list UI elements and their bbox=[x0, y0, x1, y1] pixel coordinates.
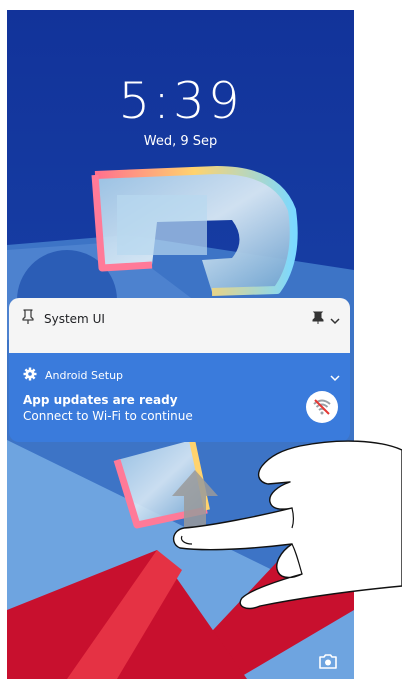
lock-date: Wed, 9 Sep bbox=[143, 134, 218, 149]
chevron-down-icon[interactable] bbox=[330, 310, 340, 329]
notification-text: Connect to Wi-Fi to continue bbox=[23, 409, 193, 423]
camera-icon[interactable] bbox=[319, 653, 337, 673]
chevron-down-icon[interactable] bbox=[330, 367, 340, 386]
hand-swipe-up-icon bbox=[173, 440, 402, 610]
notification-app-name: Android Setup bbox=[45, 368, 124, 382]
lock-clock: 5:39 bbox=[118, 72, 243, 130]
pin-icon[interactable] bbox=[312, 310, 324, 329]
gear-icon bbox=[23, 366, 37, 385]
pin-icon bbox=[21, 309, 35, 329]
notification-android-setup[interactable]: Android Setup App updates are ready Conn… bbox=[9, 353, 350, 442]
notification-app-name: System UI bbox=[44, 312, 105, 326]
notification-title: App updates are ready bbox=[23, 393, 178, 407]
wifi-off-icon bbox=[306, 391, 338, 423]
notification-system-ui[interactable]: System UI bbox=[9, 298, 350, 358]
